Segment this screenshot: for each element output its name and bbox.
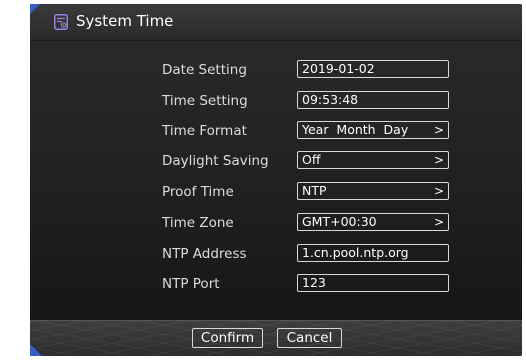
ntp-port-value: 123 [302, 275, 326, 290]
chevron-right-icon: > [433, 153, 444, 167]
time-format-dropdown[interactable]: Year Month Day > [297, 121, 449, 139]
date-setting-value: 2019-01-02 [302, 61, 375, 76]
daylight-saving-value: Off [302, 152, 321, 167]
dialog-title: System Time [76, 12, 174, 30]
screen: System Time Date Setting 2019-01-02 Time… [0, 0, 526, 361]
ntp-address-field[interactable]: 1.cn.pool.ntp.org [297, 244, 449, 262]
daylight-saving-row: Daylight Saving Off > [30, 150, 522, 172]
ntp-port-label: NTP Port [162, 276, 220, 292]
dialog-footer: Confirm Cancel [30, 320, 522, 356]
proof-time-dropdown[interactable]: NTP > [297, 182, 449, 200]
time-zone-label: Time Zone [162, 215, 234, 231]
daylight-saving-dropdown[interactable]: Off > [297, 151, 449, 169]
date-setting-label: Date Setting [162, 62, 247, 78]
ntp-address-label: NTP Address [162, 246, 247, 262]
cancel-button[interactable]: Cancel [277, 328, 342, 348]
ntp-port-field[interactable]: 123 [297, 274, 449, 292]
daylight-saving-label: Daylight Saving [162, 153, 269, 169]
ntp-port-row: NTP Port 123 [30, 273, 522, 295]
ntp-address-value: 1.cn.pool.ntp.org [302, 245, 409, 260]
proof-time-value: NTP [302, 183, 327, 198]
time-zone-row: Time Zone GMT+00:30 > [30, 212, 522, 234]
ntp-address-row: NTP Address 1.cn.pool.ntp.org [30, 243, 522, 265]
corner-accent-bottom [30, 344, 42, 356]
time-format-row: Time Format Year Month Day > [30, 120, 522, 142]
time-setting-field[interactable]: 09:53:48 [297, 91, 449, 109]
date-setting-field[interactable]: 2019-01-02 [297, 60, 449, 78]
system-time-dialog: System Time Date Setting 2019-01-02 Time… [30, 4, 522, 356]
proof-time-row: Proof Time NTP > [30, 181, 522, 203]
chevron-right-icon: > [433, 123, 444, 137]
corner-accent-top [30, 4, 40, 14]
proof-time-label: Proof Time [162, 184, 234, 200]
date-setting-row: Date Setting 2019-01-02 [30, 59, 522, 81]
time-setting-row: Time Setting 09:53:48 [30, 90, 522, 112]
chevron-right-icon: > [433, 184, 444, 198]
confirm-button[interactable]: Confirm [192, 328, 263, 348]
title-bar: System Time [30, 4, 522, 41]
time-setting-value: 09:53:48 [302, 92, 359, 107]
time-format-label: Time Format [162, 123, 247, 139]
document-settings-icon [54, 14, 68, 30]
time-setting-label: Time Setting [162, 93, 248, 109]
time-zone-value: GMT+00:30 [302, 214, 377, 229]
time-format-value: Year Month Day [302, 122, 409, 137]
time-zone-dropdown[interactable]: GMT+00:30 > [297, 213, 449, 231]
chevron-right-icon: > [433, 215, 444, 229]
